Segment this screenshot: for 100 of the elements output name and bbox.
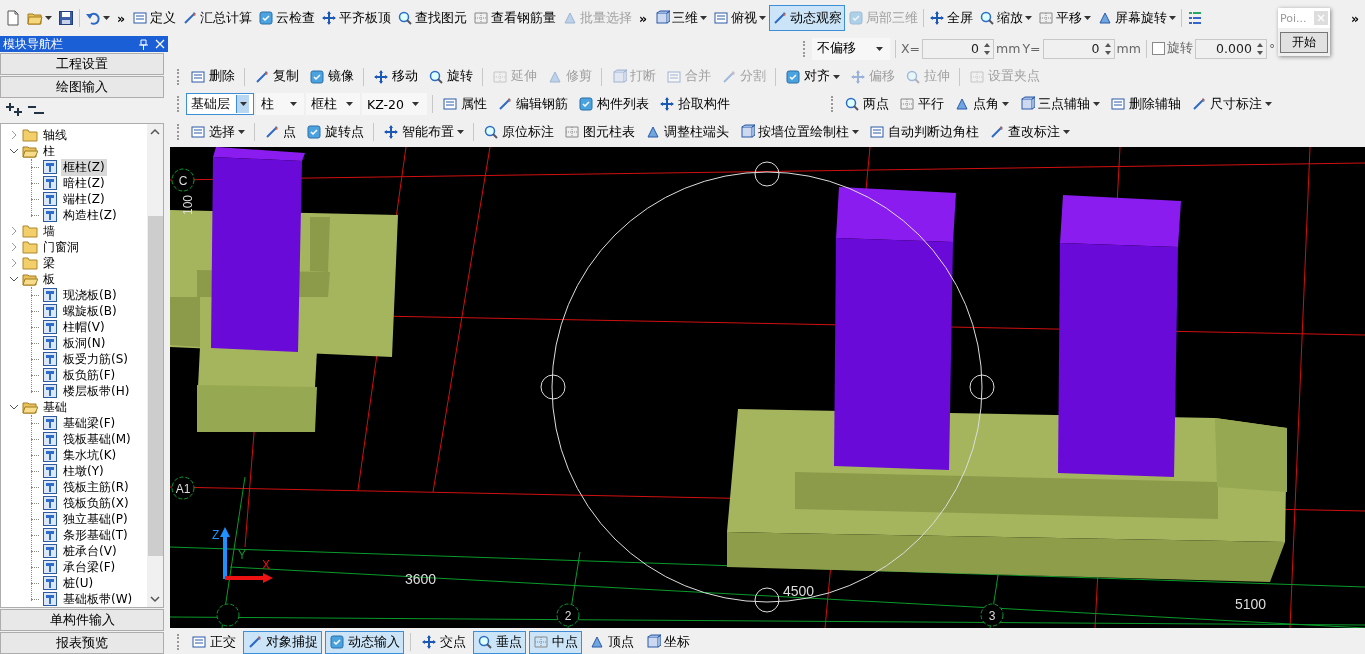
overflow-button[interactable]: » xyxy=(113,5,130,31)
dropdown[interactable]: 框柱 xyxy=(306,93,360,116)
toolbar-button[interactable]: 平齐板顶 xyxy=(318,5,395,31)
scrollbar[interactable] xyxy=(147,124,163,607)
tree-item[interactable]: 基础梁(F) xyxy=(61,414,118,432)
spin-field[interactable]: 0 xyxy=(1042,38,1115,59)
toolbar-button[interactable]: 全屏 xyxy=(926,5,977,31)
section-button[interactable]: 单构件输入 xyxy=(0,609,164,631)
toolbar-button[interactable]: 查找图元 xyxy=(394,5,471,31)
toolbar-button[interactable]: 对象捕捉 xyxy=(243,630,322,654)
tree-item[interactable]: 独立基础(P) xyxy=(61,510,130,528)
toolbar-button[interactable]: 定义 xyxy=(129,5,180,31)
toolbar-button[interactable]: 智能布置 xyxy=(379,120,468,144)
spin-field[interactable]: 0 xyxy=(922,38,995,59)
tree-item[interactable]: 板负筋(F) xyxy=(61,366,118,384)
toolbar-button[interactable]: 图元柱表 xyxy=(560,120,639,144)
toolbar-button[interactable]: 查改标注 xyxy=(985,120,1074,144)
tree-item[interactable]: 楼层板带(H) xyxy=(61,382,132,400)
dropdown[interactable]: 不偏移 xyxy=(812,37,890,60)
toolbar-button[interactable]: 旋转点 xyxy=(302,120,368,144)
toolbar-button[interactable]: 自动判断边角柱 xyxy=(865,120,983,144)
tree-item[interactable]: 板洞(N) xyxy=(61,334,108,352)
column-footing-drawing[interactable] xyxy=(170,147,398,433)
section-button[interactable]: 报表预览 xyxy=(0,632,164,654)
tree-item[interactable]: 螺旋板(B) xyxy=(61,302,119,320)
toolbar-button[interactable]: 中点 xyxy=(529,630,582,654)
toolbar-button[interactable]: 旋转 xyxy=(424,65,477,89)
tree-item[interactable]: 桩承台(V) xyxy=(61,542,119,560)
dropdown[interactable]: 柱 xyxy=(256,93,304,116)
toolbar-button[interactable]: 尺寸标注 xyxy=(1186,93,1276,116)
tree-item[interactable]: 柱 xyxy=(41,142,57,160)
toolbar-button[interactable]: 拾取构件 xyxy=(654,93,734,116)
checkbox[interactable] xyxy=(1151,42,1165,56)
toolbar-button[interactable]: 垂点 xyxy=(473,630,526,654)
tree-item[interactable]: 筏板基础(M) xyxy=(61,430,133,448)
column-footing-drawing[interactable] xyxy=(727,187,1287,583)
toolbar-button[interactable]: 云检查 xyxy=(255,5,319,31)
spin-field[interactable]: 0.000 xyxy=(1194,38,1267,59)
toolbar-button[interactable]: 点角 xyxy=(949,93,1013,116)
toolbar-button[interactable]: 编辑钢筋 xyxy=(492,93,572,116)
toolbar-button[interactable]: 删除 xyxy=(186,65,239,89)
toolbar-button[interactable]: 汇总计算 xyxy=(179,5,256,31)
tree-item[interactable]: 梁 xyxy=(41,254,57,272)
tree-item[interactable]: 门窗洞 xyxy=(41,238,81,256)
tree-item[interactable]: 轴线 xyxy=(41,126,69,144)
toolbar-button[interactable]: 复制 xyxy=(250,65,303,89)
tree-item[interactable]: 筏板主筋(R) xyxy=(61,478,131,496)
toolbar-button[interactable]: 顶点 xyxy=(585,630,638,654)
toolbar-button[interactable]: 缩放 xyxy=(976,5,1036,31)
toolbar-button[interactable]: 交点 xyxy=(417,630,470,654)
tree-item[interactable]: 基础板带(W) xyxy=(61,590,135,607)
overflow-button[interactable]: » xyxy=(635,5,652,31)
toolbar-button[interactable]: 点 xyxy=(260,120,300,144)
tree-item[interactable]: 板受力筋(S) xyxy=(61,350,130,368)
orbit-circle-drawing[interactable] xyxy=(540,161,995,613)
toolbar-button[interactable]: 属性 xyxy=(437,93,491,116)
tree-item[interactable]: 端柱(Z) xyxy=(61,190,107,208)
dropdown[interactable]: KZ-20 xyxy=(362,93,427,116)
tree-item[interactable]: 暗柱(Z) xyxy=(61,174,107,192)
toolbar-button[interactable]: 对齐 xyxy=(781,65,844,89)
toolbar-button[interactable]: 删除辅轴 xyxy=(1105,93,1185,116)
toolbar-button[interactable]: 俯视 xyxy=(710,5,770,31)
tree-item[interactable]: 集水坑(K) xyxy=(61,446,119,464)
toolbar-button[interactable]: 调整柱端头 xyxy=(641,120,733,144)
toolbar-button[interactable]: 动态输入 xyxy=(325,630,404,654)
expand-all-button[interactable] xyxy=(6,102,22,118)
tree-item[interactable]: 桩(U) xyxy=(61,574,96,592)
toolbar-button[interactable]: 构件列表 xyxy=(573,93,653,116)
tree-item[interactable]: 框柱(Z) xyxy=(61,158,107,176)
tree-item[interactable]: 墙 xyxy=(41,222,57,240)
tree-item[interactable]: 基础 xyxy=(41,398,69,416)
toolbar-button[interactable]: 按墙位置绘制柱 xyxy=(735,120,863,144)
toolbar-button[interactable]: 平移 xyxy=(1035,5,1095,31)
toolbar-button[interactable]: 动态观察 xyxy=(769,5,846,31)
toolbar-button[interactable]: 三维 xyxy=(651,5,711,31)
dropdown[interactable]: 基础层 xyxy=(186,93,254,116)
toolbar-button[interactable]: 屏幕旋转 xyxy=(1094,5,1180,31)
toolbar-button[interactable]: 三点辅轴 xyxy=(1014,93,1104,116)
tree-item[interactable]: 现浇板(B) xyxy=(61,286,119,304)
section-button[interactable]: 绘图输入 xyxy=(0,76,164,98)
toolbar-button[interactable]: 镜像 xyxy=(305,65,358,89)
tree-item[interactable]: 构造柱(Z) xyxy=(61,206,119,224)
start-button[interactable]: 开始 xyxy=(1280,32,1328,53)
toolbar-button[interactable]: 查看钢筋量 xyxy=(470,5,560,31)
toolbar-button[interactable]: 原位标注 xyxy=(479,120,558,144)
toolbar-button[interactable]: 两点 xyxy=(839,93,893,116)
tree-item[interactable]: 板 xyxy=(41,270,57,288)
section-button[interactable]: 工程设置 xyxy=(0,53,164,75)
tree-item[interactable]: 柱墩(Y) xyxy=(61,462,106,480)
toolbar-button[interactable]: 平行 xyxy=(894,93,948,116)
toolbar-button[interactable]: 移动 xyxy=(369,65,422,89)
toolbar-button[interactable]: 选择 xyxy=(186,120,249,144)
tree-item[interactable]: 筏板负筋(X) xyxy=(61,494,131,512)
tree-item[interactable]: 承台梁(F) xyxy=(61,558,118,576)
overflow-button[interactable]: » xyxy=(1346,5,1363,31)
toolbar-button[interactable]: 坐标 xyxy=(641,630,694,654)
tree-item[interactable]: 条形基础(T) xyxy=(61,526,130,544)
tree-item[interactable]: 柱帽(V) xyxy=(61,318,107,336)
toolbar-button[interactable]: 正交 xyxy=(187,630,240,654)
3d-viewport[interactable]: C A1 2 3 100 3600 4500 5100 Z Y X xyxy=(170,147,1365,629)
